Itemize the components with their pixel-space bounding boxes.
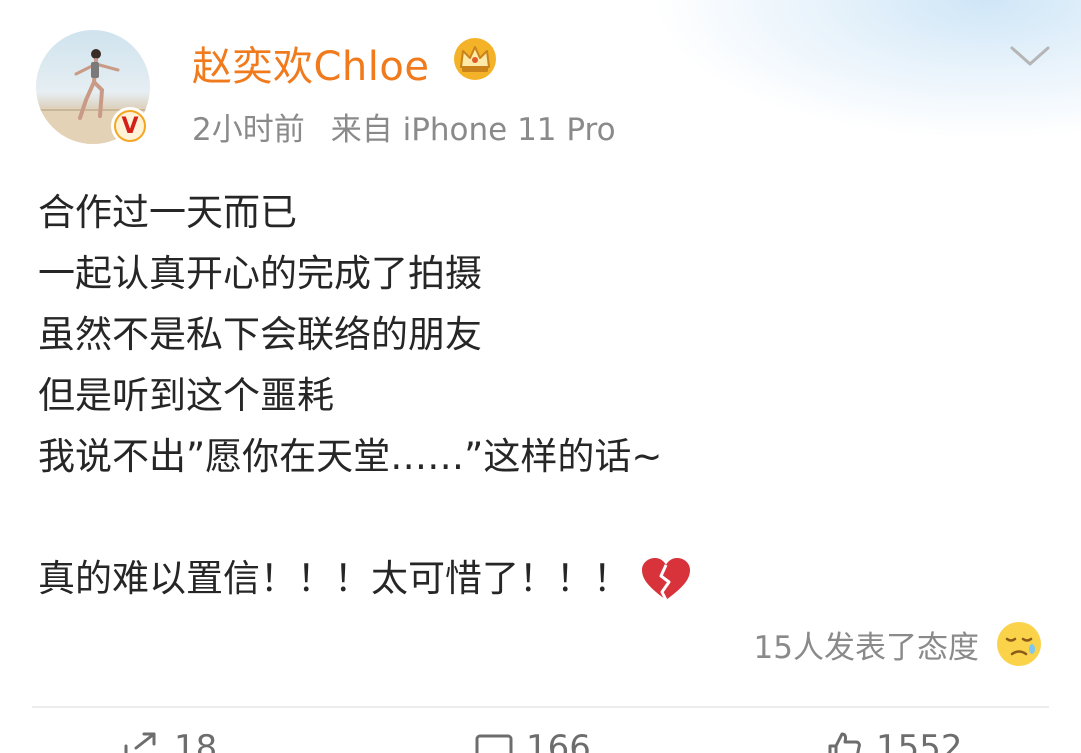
reactions-text: 15人发表了态度	[753, 629, 979, 666]
post-source[interactable]: 来自 iPhone 11 Pro	[331, 104, 616, 149]
verified-badge: V	[111, 107, 149, 145]
divider	[32, 706, 1049, 708]
post-line: 我说不出”愿你在天堂……”这样的话~	[38, 435, 663, 478]
action-bar: 18 166 1552	[0, 728, 1081, 753]
reactions[interactable]: 15人发表了态度	[754, 620, 1043, 668]
author-name[interactable]: 赵奕欢Chloe	[192, 34, 429, 92]
repost-icon	[124, 732, 156, 753]
comment-button[interactable]: 166	[474, 728, 591, 753]
broken-heart-icon	[642, 557, 690, 601]
chevron-down-icon[interactable]	[1008, 40, 1052, 72]
thumbs-up-icon	[828, 732, 861, 753]
repost-count: 18	[174, 728, 218, 753]
like-button[interactable]: 1552	[824, 728, 963, 753]
post-line: 但是听到这个噩耗	[38, 374, 334, 417]
post-content: 合作过一天而已 一起认真开心的完成了拍摄 虽然不是私下会联络的朋友 但是听到这个…	[38, 182, 692, 609]
comment-icon	[475, 734, 513, 753]
comment-count: 166	[526, 728, 591, 753]
post-line: 虽然不是私下会联络的朋友	[38, 313, 482, 356]
post-last-line: 真的难以置信！！！太可惜了！！！	[38, 548, 692, 609]
like-count: 1552	[876, 728, 963, 753]
post-line: 真的难以置信！！！太可惜了！！！	[38, 557, 630, 600]
repost-button[interactable]: 18	[122, 728, 217, 753]
post-meta: 2小时前 来自 iPhone 11 Pro	[192, 104, 616, 149]
post-line: 合作过一天而已	[38, 191, 297, 234]
sad-face-icon	[997, 622, 1041, 666]
post-line: 一起认真开心的完成了拍摄	[38, 252, 482, 295]
crown-icon	[454, 38, 496, 80]
post-time: 2小时前	[192, 112, 305, 148]
